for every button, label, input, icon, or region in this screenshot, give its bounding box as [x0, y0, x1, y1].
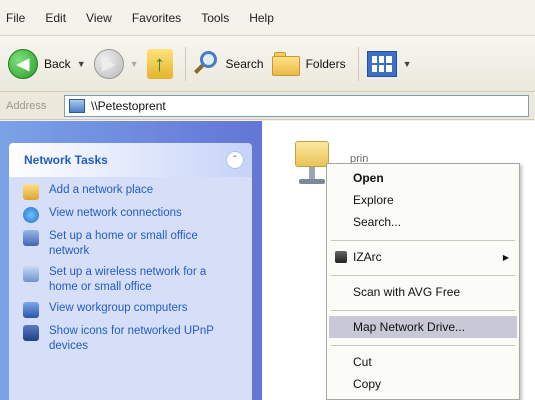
network-tasks-box: Network Tasks ˆ Add a network place View…: [9, 143, 252, 400]
back-arrow-icon: ◀: [8, 48, 38, 79]
wireless-network-icon: [23, 266, 39, 282]
task-pane: Network Tasks ˆ Add a network place View…: [0, 121, 262, 400]
network-tasks-title: Network Tasks: [24, 153, 108, 167]
task-label: View workgroup computers: [49, 302, 188, 314]
views-button[interactable]: ▼: [366, 50, 412, 77]
forward-dropdown-icon[interactable]: ▼: [130, 59, 139, 69]
collapse-chevron-icon[interactable]: ˆ: [226, 151, 244, 169]
menu-bar: File Edit View Favorites Tools Help: [0, 0, 535, 36]
folders-icon: [271, 51, 300, 76]
menu-separator: [331, 275, 515, 276]
task-setup-wireless-network[interactable]: Set up a wireless network for a home or …: [9, 265, 252, 295]
menu-item-izarc[interactable]: IZArc ▶: [329, 246, 517, 268]
submenu-arrow-icon: ▶: [502, 252, 509, 262]
menu-separator: [331, 240, 515, 241]
menu-file[interactable]: File: [6, 11, 25, 25]
menu-tools[interactable]: Tools: [201, 11, 229, 25]
task-label: Show icons for networked UPnP devices: [49, 325, 214, 352]
menu-view[interactable]: View: [86, 11, 112, 25]
menu-item-explore[interactable]: Explore: [329, 189, 517, 211]
address-value: \\Petestoprent: [91, 98, 166, 113]
izarc-icon: [335, 251, 347, 263]
menu-edit[interactable]: Edit: [45, 11, 66, 25]
network-place-icon: [23, 184, 39, 200]
task-view-network-connections[interactable]: View network connections: [9, 206, 252, 223]
toolbar-separator-2: [357, 46, 359, 81]
up-folder-button[interactable]: ↑: [146, 48, 173, 79]
menu-separator: [331, 345, 515, 346]
search-label: Search: [225, 56, 264, 71]
izarc-label: IZArc: [353, 250, 382, 264]
menu-item-open[interactable]: Open: [329, 167, 517, 189]
upnp-icon: [23, 325, 39, 341]
home-network-icon: [23, 230, 39, 246]
menu-favorites[interactable]: Favorites: [132, 11, 181, 25]
task-add-network-place[interactable]: Add a network place: [9, 183, 252, 200]
address-label: Address: [6, 99, 47, 112]
workgroup-icon: [23, 302, 39, 318]
menu-item-map-network-drive[interactable]: Map Network Drive...: [329, 316, 517, 338]
views-icon: [366, 50, 397, 77]
address-field[interactable]: \\Petestoprent: [64, 94, 529, 117]
back-label: Back: [44, 56, 71, 71]
menu-help[interactable]: Help: [249, 11, 274, 25]
task-show-upnp-devices[interactable]: Show icons for networked UPnP devices: [9, 324, 252, 354]
folders-label: Folders: [305, 56, 346, 71]
menu-item-cut[interactable]: Cut: [329, 351, 517, 373]
menu-separator: [331, 310, 515, 311]
views-dropdown-icon[interactable]: ▼: [403, 59, 412, 69]
address-bar: Address \\Petestoprent: [0, 92, 535, 120]
context-menu: Open Explore Search... IZArc ▶ Scan with…: [326, 163, 520, 400]
toolbar: ◀ Back ▼ ▶ ▼ ↑ Search Folders ▼: [0, 36, 535, 92]
network-connections-icon: [23, 207, 39, 223]
back-dropdown-icon[interactable]: ▼: [77, 59, 86, 69]
forward-arrow-icon: ▶: [93, 48, 124, 79]
task-label: Set up a wireless network for a home or …: [49, 266, 207, 293]
back-button[interactable]: ◀ Back ▼: [8, 48, 86, 79]
task-label: Add a network place: [49, 184, 154, 196]
search-button[interactable]: Search: [193, 50, 264, 77]
menu-item-copy[interactable]: Copy: [329, 373, 517, 395]
network-tasks-list: Add a network place View network connect…: [9, 177, 252, 400]
network-computer-icon: [69, 98, 85, 113]
menu-item-scan-avg[interactable]: Scan with AVG Free: [329, 281, 517, 303]
task-setup-home-network[interactable]: Set up a home or small office network: [9, 229, 252, 259]
task-label: View network connections: [49, 207, 182, 219]
search-icon: [193, 50, 220, 77]
up-folder-icon: ↑: [146, 48, 173, 79]
network-tasks-header[interactable]: Network Tasks ˆ: [9, 143, 252, 177]
toolbar-separator: [184, 46, 186, 81]
menu-item-search[interactable]: Search...: [329, 211, 517, 233]
forward-button[interactable]: ▶ ▼: [93, 48, 139, 79]
task-label: Set up a home or small office network: [49, 230, 198, 257]
folders-button[interactable]: Folders: [271, 51, 346, 76]
task-view-workgroup-computers[interactable]: View workgroup computers: [9, 301, 252, 318]
